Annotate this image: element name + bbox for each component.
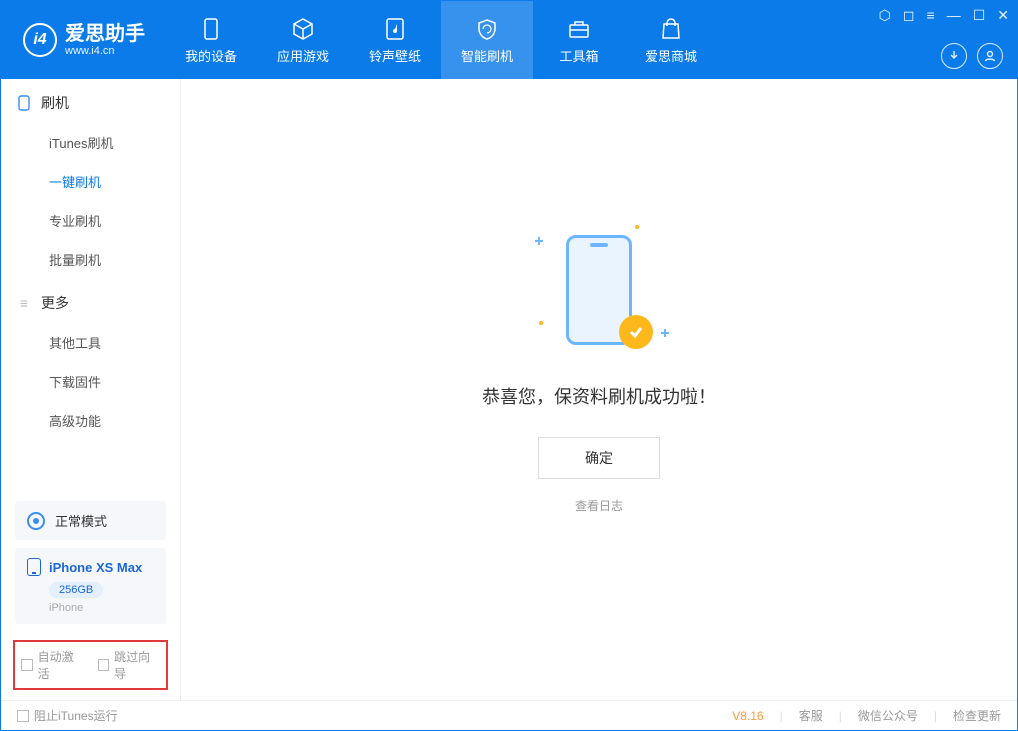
- main-content: 恭喜您，保资料刷机成功啦！ 确定 查看日志: [181, 79, 1017, 700]
- music-file-icon: [382, 16, 408, 42]
- checkbox-auto-activate[interactable]: 自动激活: [21, 648, 84, 682]
- flash-options-highlighted: 自动激活 跳过向导: [13, 640, 168, 690]
- app-header: i4 爱思助手 www.i4.cn 我的设备 应用游戏 铃声壁纸 智能刷机 工具…: [1, 1, 1017, 79]
- sidebar-section-more: ≡ 更多: [1, 279, 180, 323]
- device-name: iPhone XS Max: [49, 560, 142, 575]
- tab-apps-games[interactable]: 应用游戏: [257, 1, 349, 79]
- window-close-icon[interactable]: ✕: [997, 7, 1009, 24]
- checkbox-icon: [21, 659, 33, 671]
- tab-my-device[interactable]: 我的设备: [165, 1, 257, 79]
- sidebar-item-advanced[interactable]: 高级功能: [1, 401, 180, 440]
- download-icon[interactable]: [941, 43, 967, 69]
- device-type: iPhone: [49, 602, 154, 614]
- app-name: 爱思助手: [65, 23, 145, 45]
- device-icon: [198, 16, 224, 42]
- tab-ringtones-wallpapers[interactable]: 铃声壁纸: [349, 1, 441, 79]
- list-icon: ≡: [17, 296, 31, 310]
- device-phone-icon: [27, 558, 41, 576]
- window-menu-icon[interactable]: ≡: [927, 7, 935, 24]
- device-mode-label: 正常模式: [55, 511, 107, 530]
- window-controls: ⬡ ◻ ≡ — ☐ ✕: [879, 7, 1009, 24]
- status-bar: 阻止iTunes运行 V8.16 | 客服 | 微信公众号 | 检查更新: [1, 700, 1017, 730]
- window-square-icon[interactable]: ◻: [903, 7, 915, 24]
- device-storage-badge: 256GB: [49, 582, 103, 598]
- sidebar-item-other-tools[interactable]: 其他工具: [1, 323, 180, 362]
- checkbox-block-itunes[interactable]: 阻止iTunes运行: [17, 707, 118, 724]
- sidebar-item-pro-flash[interactable]: 专业刷机: [1, 201, 180, 240]
- app-url: www.i4.cn: [65, 45, 145, 57]
- user-icon[interactable]: [977, 43, 1003, 69]
- checkbox-icon: [98, 659, 110, 671]
- device-info-box[interactable]: iPhone XS Max 256GB iPhone: [15, 548, 166, 624]
- nav-tabs: 我的设备 应用游戏 铃声壁纸 智能刷机 工具箱 爱思商城: [165, 1, 717, 79]
- sidebar-item-onekey-flash[interactable]: 一键刷机: [1, 162, 180, 201]
- checkbox-skip-guide[interactable]: 跳过向导: [98, 648, 161, 682]
- checkbox-icon: [17, 710, 29, 722]
- device-mode-box[interactable]: 正常模式: [15, 501, 166, 540]
- tab-smart-flash[interactable]: 智能刷机: [441, 1, 533, 79]
- sidebar-item-batch-flash[interactable]: 批量刷机: [1, 240, 180, 279]
- footer-link-update[interactable]: 检查更新: [953, 707, 1001, 724]
- sidebar-item-download-firmware[interactable]: 下载固件: [1, 362, 180, 401]
- tab-toolbox[interactable]: 工具箱: [533, 1, 625, 79]
- logo-icon: i4: [23, 23, 57, 57]
- phone-small-icon: [17, 96, 31, 110]
- sidebar: 刷机 iTunes刷机 一键刷机 专业刷机 批量刷机 ≡ 更多 其他工具 下载固…: [1, 79, 181, 700]
- success-illustration: [529, 225, 669, 355]
- footer-link-support[interactable]: 客服: [799, 707, 823, 724]
- success-message: 恭喜您，保资料刷机成功啦！: [482, 383, 716, 409]
- header-actions: [941, 43, 1003, 69]
- sidebar-section-flash: 刷机: [1, 79, 180, 123]
- mode-icon: [27, 512, 45, 530]
- cube-icon: [290, 16, 316, 42]
- app-body: 刷机 iTunes刷机 一键刷机 专业刷机 批量刷机 ≡ 更多 其他工具 下载固…: [1, 79, 1017, 700]
- store-icon: [658, 16, 684, 42]
- refresh-shield-icon: [474, 16, 500, 42]
- view-log-link[interactable]: 查看日志: [575, 497, 623, 514]
- tab-store[interactable]: 爱思商城: [625, 1, 717, 79]
- ok-button[interactable]: 确定: [538, 437, 660, 479]
- sidebar-item-itunes-flash[interactable]: iTunes刷机: [1, 123, 180, 162]
- check-icon: [619, 315, 653, 349]
- logo[interactable]: i4 爱思助手 www.i4.cn: [1, 1, 165, 79]
- footer-link-wechat[interactable]: 微信公众号: [858, 707, 918, 724]
- window-minimize-icon[interactable]: —: [947, 7, 961, 24]
- version-label: V8.16: [732, 709, 763, 723]
- window-shirt-icon[interactable]: ⬡: [879, 7, 891, 24]
- toolbox-icon: [566, 16, 592, 42]
- window-maximize-icon[interactable]: ☐: [973, 7, 986, 24]
